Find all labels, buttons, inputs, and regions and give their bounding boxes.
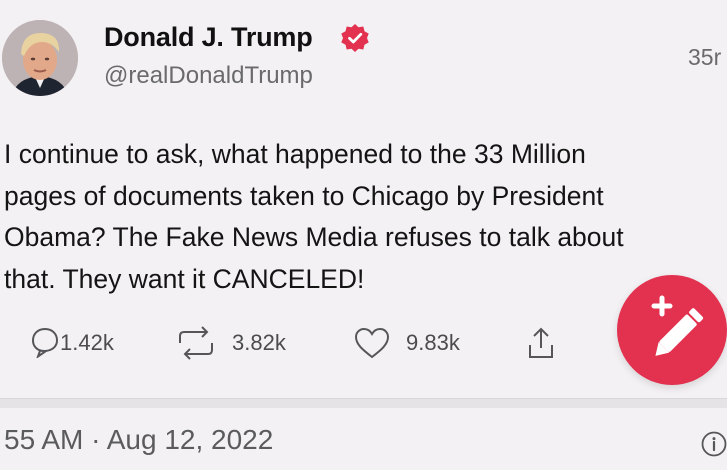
repost-count: 3.82k [232,330,286,355]
verified-badge-icon [341,24,369,52]
post-timestamp: 55 AM · Aug 12, 2022 [4,424,274,455]
like-count: 9.83k [406,330,460,355]
post-text-line: pages of documents taken to Chicago by P… [4,180,604,211]
display-name[interactable]: Donald J. Trump [104,22,313,53]
reply-count: 1.42k [60,330,114,355]
user-handle[interactable]: @realDonaldTrump [104,62,313,90]
compose-button[interactable] [617,275,727,385]
share-button[interactable] [526,326,566,362]
repost-button[interactable]: 3.82k [176,326,306,362]
post-time-ago: 35r [688,44,722,70]
like-button[interactable]: 9.83k [353,326,483,362]
post-text-line: Obama? The Fake News Media refuses to ta… [4,222,624,252]
avatar[interactable] [2,20,78,96]
repost-icon [179,326,213,360]
heart-icon [354,327,390,359]
share-icon [529,327,553,358]
section-divider [0,398,727,408]
reply-icon [31,328,59,358]
info-icon[interactable] [701,431,727,457]
post-text-line: I continue to ask, what happened to the … [4,139,586,169]
reply-button[interactable]: 1.42k [30,326,130,362]
compose-pencil-icon [651,295,704,356]
